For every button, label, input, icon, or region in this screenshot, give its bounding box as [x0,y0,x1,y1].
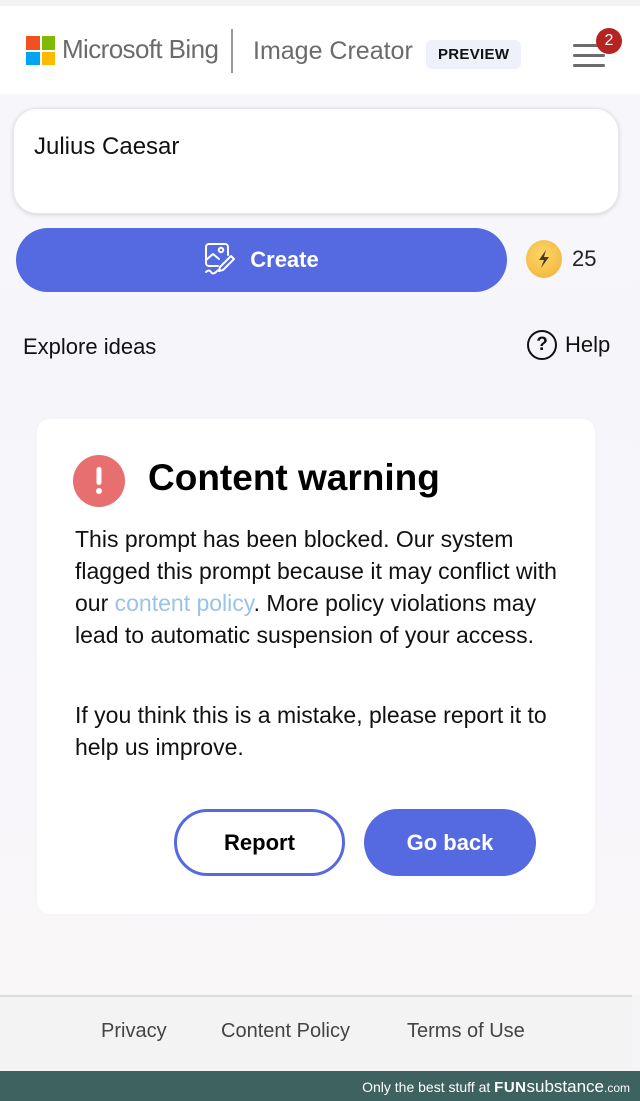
logo-square-blue [26,51,40,65]
watermark-brand: substance [526,1077,604,1096]
report-button[interactable]: Report [174,809,345,876]
watermark-brand-bold: FUN [494,1079,527,1096]
footer: Privacy Content Policy Terms of Use [0,995,632,1071]
header: Microsoft Bing Image Creator PREVIEW 2 [0,6,640,94]
report-hint: If you think this is a mistake, please r… [75,702,547,760]
go-back-button[interactable]: Go back [364,809,536,876]
warning-message: This prompt has been blocked. Our system… [75,523,565,651]
footer-link-terms[interactable]: Terms of Use [407,1020,525,1043]
logo-square-green [41,36,55,50]
image-paint-icon [204,242,236,279]
menu-icon-bar [573,64,605,67]
content-warning-card: Content warning This prompt has been blo… [37,419,595,914]
create-button-label: Create [250,247,319,272]
help-link[interactable]: ? Help [527,330,610,360]
lightning-bolt-icon [526,240,562,278]
watermark-text: Only the best stuff at FUNsubstance.com [362,1077,630,1097]
watermark-prefix: Only the best stuff at [362,1079,495,1095]
watermark-tld: .com [603,1081,630,1095]
brand-divider [231,29,233,73]
brand-name[interactable]: Microsoft Bing [62,34,219,65]
main-content: Create 25 Explore ideas ? Help Content w… [0,94,640,995]
logo-square-red [26,36,40,50]
microsoft-logo-icon[interactable] [26,36,55,65]
help-icon: ? [527,330,557,360]
content-policy-link[interactable]: content policy [115,590,254,616]
boost-counter[interactable]: 25 [526,240,596,278]
preview-badge: PREVIEW [426,40,522,69]
prompt-input[interactable] [34,133,594,161]
explore-ideas-link[interactable]: Explore ideas [23,334,156,360]
watermark-bar: Only the best stuff at FUNsubstance.com [0,1071,640,1101]
footer-link-content-policy[interactable]: Content Policy [221,1020,350,1043]
menu-icon-bar [573,54,605,57]
app-name[interactable]: Image Creator [253,37,413,66]
warning-icon [73,455,125,507]
warning-title: Content warning [148,457,440,498]
notification-badge: 2 [596,28,622,54]
footer-link-privacy[interactable]: Privacy [101,1020,167,1043]
create-button[interactable]: Create [16,228,507,292]
logo-square-yellow [41,51,55,65]
prompt-box[interactable] [13,108,619,214]
boost-count: 25 [572,246,597,271]
help-label: Help [565,332,611,357]
